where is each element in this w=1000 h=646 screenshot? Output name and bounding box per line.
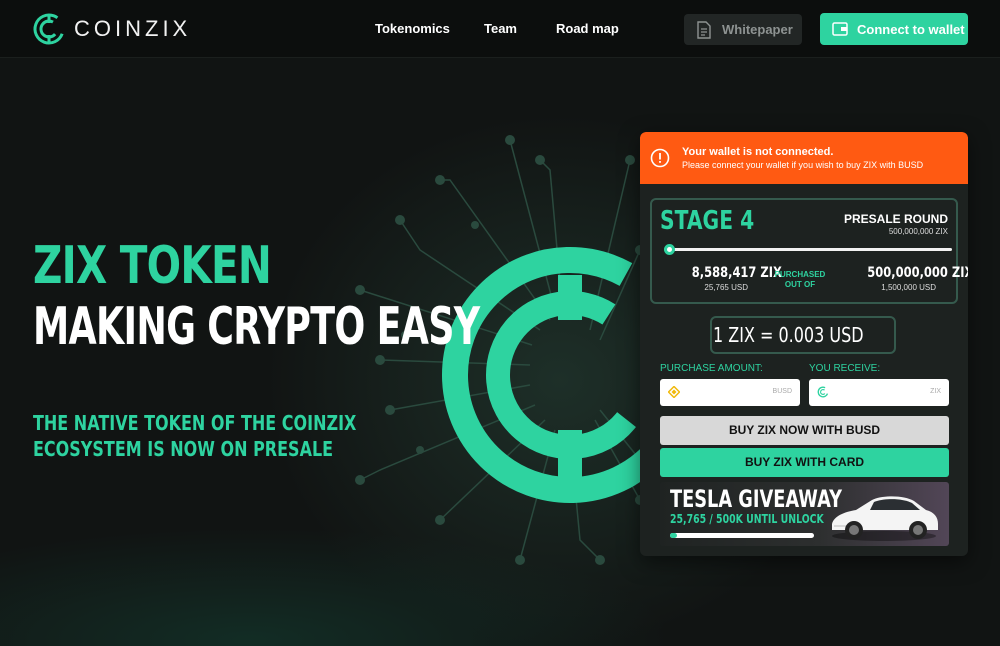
total-value: 500,000,000 ZIX	[867, 265, 968, 281]
giveaway-progress-text: 25,765 / 500K UNTIL UNLOCK	[670, 512, 824, 526]
purchased-out-of-label: PURCHASED OUT OF	[762, 270, 838, 290]
warning-title: Your wallet is not connected.	[682, 146, 834, 158]
hero-description: THE NATIVE TOKEN OF THE COINZIX ECOSYSTE…	[33, 410, 356, 462]
out-of-label: OUT OF	[784, 280, 816, 289]
tesla-giveaway-banner[interactable]: TESLA GIVEAWAY 25,765 / 500K UNTIL UNLOC…	[660, 482, 949, 546]
zix-unit: ZIX	[930, 388, 941, 395]
zix-coin-icon	[817, 386, 829, 398]
total-stat: 500,000,000 ZIX 1,500,000 USD	[844, 264, 968, 292]
nav-road-map[interactable]: Road map	[556, 21, 619, 36]
purchased-usd: 25,765 USD	[704, 283, 748, 292]
tesla-car-image	[832, 496, 938, 541]
document-icon	[697, 20, 711, 39]
you-receive-field[interactable]: ZIX	[809, 379, 949, 406]
hero-description-line-1: THE NATIVE TOKEN OF THE COINZIX	[33, 411, 357, 435]
purchase-amount-input[interactable]	[686, 383, 766, 402]
purchased-stat: 8,588,417 ZIX 25,765 USD	[672, 264, 782, 292]
coinzix-logo[interactable]: COINZIX	[32, 12, 191, 46]
exchange-rate-box: 1 ZIX = 0.003 USD	[710, 316, 896, 354]
busd-unit: BUSD	[772, 388, 792, 395]
buy-with-busd-button[interactable]: BUY ZIX NOW WITH BUSD	[660, 416, 949, 445]
nav-tokenomics[interactable]: Tokenomics	[375, 21, 450, 36]
connect-wallet-button[interactable]: Connect to wallet	[820, 13, 968, 45]
nav-team[interactable]: Team	[484, 21, 517, 36]
hero-description-line-2: ECOSYSTEM IS NOW ON PRESALE	[33, 437, 334, 461]
presale-round-label: PRESALE ROUND	[843, 212, 948, 226]
warning-circle-icon	[650, 148, 670, 168]
warning-text: Please connect your wallet if you wish t…	[682, 160, 924, 170]
purchased-label: PURCHASED	[774, 270, 826, 279]
wallet-icon	[832, 22, 848, 36]
whitepaper-label: Whitepaper	[722, 22, 793, 37]
buy-with-card-button[interactable]: BUY ZIX WITH CARD	[660, 448, 949, 477]
stage-label: STAGE 4	[660, 206, 755, 236]
busd-icon	[668, 386, 680, 398]
giveaway-progress-fill	[670, 533, 678, 538]
you-receive-input[interactable]	[835, 383, 915, 402]
hero-subtitle: MAKING CRYPTO EASY	[33, 297, 480, 357]
logo-text: COINZIX	[74, 16, 192, 41]
presale-panel: Your wallet is not connected. Please con…	[640, 132, 968, 556]
purchase-amount-field[interactable]: BUSD	[660, 379, 800, 406]
whitepaper-button[interactable]: Whitepaper	[684, 14, 802, 45]
hero-title: ZIX TOKEN	[33, 236, 272, 296]
exchange-rate: 1 ZIX = 0.003 USD	[712, 323, 864, 347]
stage-info-box: STAGE 4 PRESALE ROUND 500,000,000 ZIX 8,…	[650, 198, 968, 304]
connect-wallet-label: Connect to wallet	[857, 21, 965, 37]
giveaway-title: TESLA GIVEAWAY	[670, 485, 842, 513]
presale-progress-knob	[663, 244, 675, 255]
you-receive-label: YOU RECEIVE:	[809, 363, 881, 374]
total-usd: 1,500,000 USD	[881, 283, 936, 292]
presale-round-amount: 500,000,000 ZIX	[888, 227, 948, 236]
presale-progress-bar	[663, 244, 952, 255]
wallet-warning-banner: Your wallet is not connected. Please con…	[640, 132, 968, 184]
purchase-amount-label: PURCHASE AMOUNT:	[660, 363, 763, 374]
giveaway-progress-bar	[670, 533, 814, 538]
coinzix-logo-icon	[33, 13, 65, 45]
top-nav-bar: COINZIX Tokenomics Team Road map Whitepa…	[0, 0, 1000, 58]
